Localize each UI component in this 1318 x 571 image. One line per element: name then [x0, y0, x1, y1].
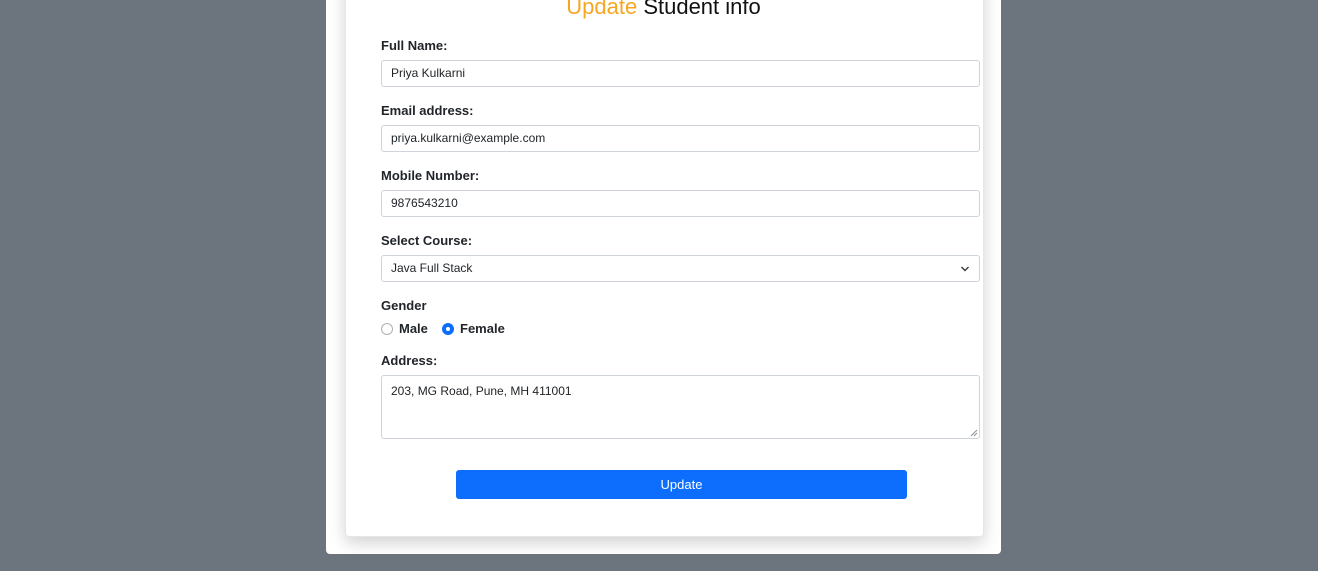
- mobile-label: Mobile Number:: [381, 168, 480, 183]
- gender-female-radio[interactable]: [442, 323, 454, 335]
- full-name-label: Full Name:: [381, 38, 448, 53]
- course-label: Select Course:: [381, 233, 473, 248]
- update-button[interactable]: Update: [456, 470, 907, 499]
- gender-female-label[interactable]: Female: [460, 321, 505, 336]
- gender-label: Gender: [381, 298, 427, 313]
- gender-male-label[interactable]: Male: [399, 321, 428, 336]
- course-select-value: Java Full Stack: [391, 261, 473, 275]
- page-title: Update Student info: [345, 0, 982, 22]
- title-accent: Update: [566, 0, 638, 19]
- mobile-input[interactable]: 9876543210: [381, 190, 980, 217]
- address-value: 203, MG Road, Pune, MH 411001: [391, 384, 572, 398]
- email-input[interactable]: priya.kulkarni@example.com: [381, 125, 980, 152]
- email-label: Email address:: [381, 103, 474, 118]
- gender-male-radio[interactable]: [381, 323, 393, 335]
- address-label: Address:: [381, 353, 438, 368]
- resize-grip-icon[interactable]: [970, 429, 978, 437]
- address-textarea[interactable]: 203, MG Road, Pune, MH 411001: [381, 375, 980, 439]
- title-rest: Student info: [643, 0, 761, 19]
- chevron-down-icon: [961, 266, 969, 272]
- course-select[interactable]: Java Full Stack: [381, 255, 980, 282]
- full-name-input[interactable]: Priya Kulkarni: [381, 60, 980, 87]
